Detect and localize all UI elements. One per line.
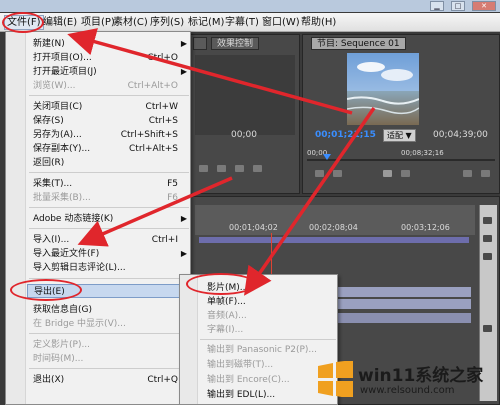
watermark-url: www.relsound.com — [360, 385, 455, 396]
arrow-to-import — [77, 176, 233, 247]
watermark-title: win11系统之家 — [358, 366, 484, 386]
arrow-to-file-menu — [67, 28, 353, 115]
watermark: win11系统之家 www.relsound.com — [312, 355, 500, 405]
annotation-arrows — [67, 28, 376, 296]
windows-logo-icon — [318, 361, 353, 397]
arrow-to-movie — [244, 107, 376, 296]
